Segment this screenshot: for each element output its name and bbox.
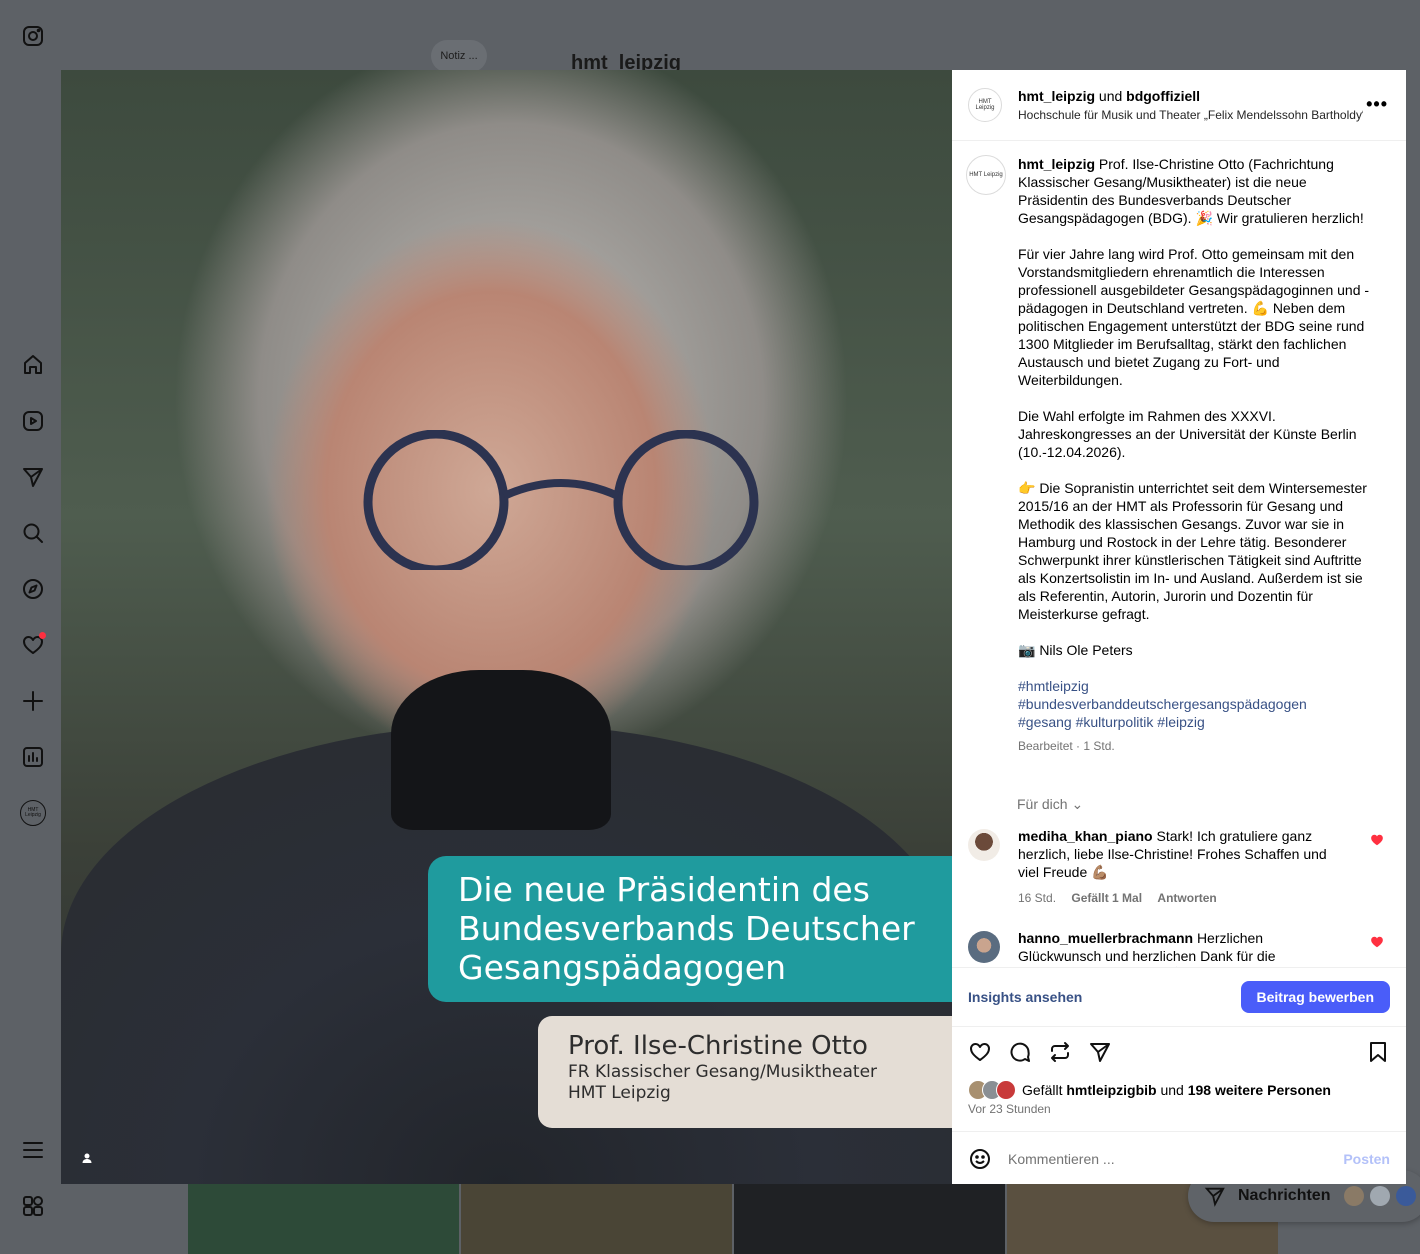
also-from-meta-icon[interactable]: [20, 1193, 46, 1219]
avatar: [1370, 1186, 1391, 1206]
notifications-heart-icon[interactable]: [20, 632, 46, 658]
avatar: [1344, 1186, 1365, 1206]
promote-post-button[interactable]: Beitrag bewerben: [1240, 981, 1390, 1013]
post-details-panel: HMT Leipzig hmt_leipzig und bdgoffiziell…: [952, 70, 1406, 1184]
comment-avatar[interactable]: [968, 931, 1000, 963]
comment-bubble-icon[interactable]: [1008, 1040, 1032, 1064]
reels-icon[interactable]: [20, 408, 46, 434]
person-org: HMT Leipzig: [568, 1083, 671, 1103]
liker-username[interactable]: hmtleipzigbib: [1066, 1082, 1156, 1098]
share-icon[interactable]: [1088, 1040, 1112, 1064]
comment-composer: Kommentieren ... Posten: [952, 1131, 1406, 1185]
caption-paragraph: Die Wahl erfolgte im Rahmen des XXXVI. J…: [1018, 408, 1357, 460]
comment-like-count[interactable]: Gefällt 1 Mal: [1071, 891, 1142, 905]
profile-post-grid: [188, 1184, 1278, 1254]
caption-paragraph: 👉 Die Sopranistin unterrichtet seit dem …: [1018, 480, 1367, 622]
post-image[interactable]: Die neue Präsidentin des Bundesverbands …: [61, 70, 952, 1184]
caption-avatar[interactable]: HMT Leipzig: [966, 155, 1006, 195]
profile-avatar[interactable]: HMT Leipzig: [20, 800, 46, 826]
notification-dot: [39, 632, 46, 639]
more-options-icon[interactable]: •••: [1366, 94, 1388, 115]
post-comment-button[interactable]: Posten: [1343, 1151, 1390, 1167]
post-modal: Die neue Präsidentin des Bundesverbands …: [61, 70, 1406, 1184]
likes-connector: und: [1160, 1082, 1184, 1098]
bookmark-icon[interactable]: [1366, 1040, 1390, 1064]
instagram-logo-icon[interactable]: [20, 23, 46, 49]
caption-meta: Bearbeitet · 1 Std.: [1018, 739, 1115, 753]
repost-icon[interactable]: [1048, 1040, 1072, 1064]
comment-username[interactable]: hanno_muellerbrachmann: [1018, 930, 1193, 946]
profile-note[interactable]: Notiz ...: [431, 40, 487, 72]
post-location[interactable]: Hochschule für Musik und Theater „Felix …: [1018, 108, 1363, 122]
comments-scroll-area[interactable]: HMT Leipzig hmt_leipzig Prof. Ilse-Chris…: [952, 141, 1406, 967]
post-timestamp: Vor 23 Stunden: [968, 1102, 1051, 1116]
comment-input[interactable]: Kommentieren ...: [1008, 1151, 1343, 1167]
headline-banner: Die neue Präsidentin des Bundesverbands …: [428, 856, 952, 1002]
insights-icon[interactable]: [20, 744, 46, 770]
more-menu-icon[interactable]: [20, 1137, 46, 1163]
likes-others[interactable]: 198 weitere Personen: [1188, 1082, 1331, 1098]
author-username[interactable]: hmt_leipzig: [1018, 88, 1095, 104]
comment-sort-label: Für dich: [1017, 796, 1068, 812]
likes-prefix: Gefällt: [1022, 1082, 1063, 1098]
name-banner: Prof. Ilse-Christine Otto FR Klassischer…: [538, 1016, 952, 1128]
collaborator-username[interactable]: bdgoffiziell: [1126, 88, 1200, 104]
headline-line: Die neue Präsidentin des: [458, 870, 870, 909]
comment-avatar[interactable]: [968, 829, 1000, 861]
avatar: [1396, 1186, 1417, 1206]
left-sidebar: HMT Leipzig: [0, 0, 66, 1254]
explore-icon[interactable]: [20, 576, 46, 602]
emoji-icon[interactable]: [968, 1147, 992, 1171]
grid-post-thumbnail[interactable]: [188, 1184, 459, 1254]
comment-reply-button[interactable]: Antworten: [1157, 891, 1216, 905]
comment-sort-dropdown[interactable]: Für dich ⌄: [1017, 796, 1083, 813]
home-icon[interactable]: [20, 352, 46, 378]
liked-heart-icon[interactable]: [1370, 935, 1384, 949]
liker-avatar: [996, 1080, 1016, 1100]
tagged-user-icon[interactable]: [79, 1150, 95, 1166]
author-avatar[interactable]: HMT Leipzig: [968, 88, 1002, 122]
headline-line: Gesangspädagogen: [458, 948, 786, 987]
comment-time: 16 Std.: [1018, 891, 1057, 905]
view-insights-link[interactable]: Insights ansehen: [968, 989, 1082, 1005]
owner-actions-bar: Insights ansehen Beitrag bewerben: [952, 967, 1406, 1027]
hashtag-link[interactable]: #hmtleipzig: [1018, 677, 1380, 695]
person-role: FR Klassischer Gesang/Musiktheater: [568, 1062, 878, 1082]
like-heart-icon[interactable]: [968, 1040, 992, 1064]
hashtag-link[interactable]: #bundesverbanddeutschergesangspädagogen: [1018, 695, 1380, 713]
caption-paragraph: Für vier Jahre lang wird Prof. Otto geme…: [1018, 246, 1370, 388]
image-glasses: [363, 430, 759, 570]
liked-heart-icon[interactable]: [1370, 833, 1384, 847]
grid-post-thumbnail[interactable]: [734, 1184, 1005, 1254]
create-plus-icon[interactable]: [20, 688, 46, 714]
grid-post-thumbnail[interactable]: [461, 1184, 732, 1254]
chevron-down-icon: ⌄: [1071, 796, 1084, 812]
caption-paragraph: 📷 Nils Ole Peters: [1018, 642, 1133, 658]
collab-connector: und: [1098, 88, 1123, 104]
search-icon[interactable]: [20, 520, 46, 546]
likes-summary[interactable]: Gefällt hmtleipzigbib und 198 weitere Pe…: [968, 1080, 1331, 1100]
direct-icon: [1204, 1187, 1225, 1207]
direct-icon[interactable]: [20, 464, 46, 490]
caption-username[interactable]: hmt_leipzig: [1018, 156, 1095, 172]
messages-label: Nachrichten: [1238, 1187, 1331, 1204]
image-turtleneck: [391, 670, 611, 830]
headline-line: Bundesverbands Deutscher: [458, 909, 915, 948]
comment-username[interactable]: mediha_khan_piano: [1018, 828, 1153, 844]
post-header: HMT Leipzig hmt_leipzig und bdgoffiziell…: [952, 70, 1406, 141]
person-name: Prof. Ilse-Christine Otto: [568, 1031, 868, 1061]
post-action-icons: [952, 1036, 1406, 1068]
hashtag-link[interactable]: #gesang #kulturpolitik #leipzig: [1018, 713, 1380, 731]
